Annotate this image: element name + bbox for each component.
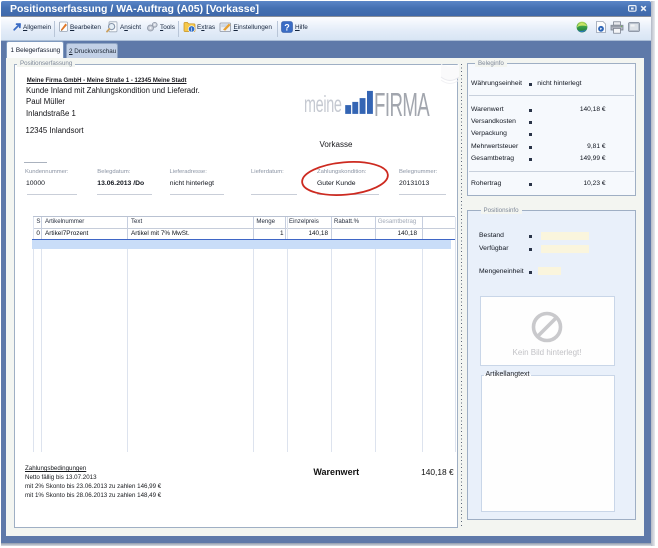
svg-text:i: i bbox=[191, 27, 192, 33]
svg-text:?: ? bbox=[284, 22, 290, 32]
